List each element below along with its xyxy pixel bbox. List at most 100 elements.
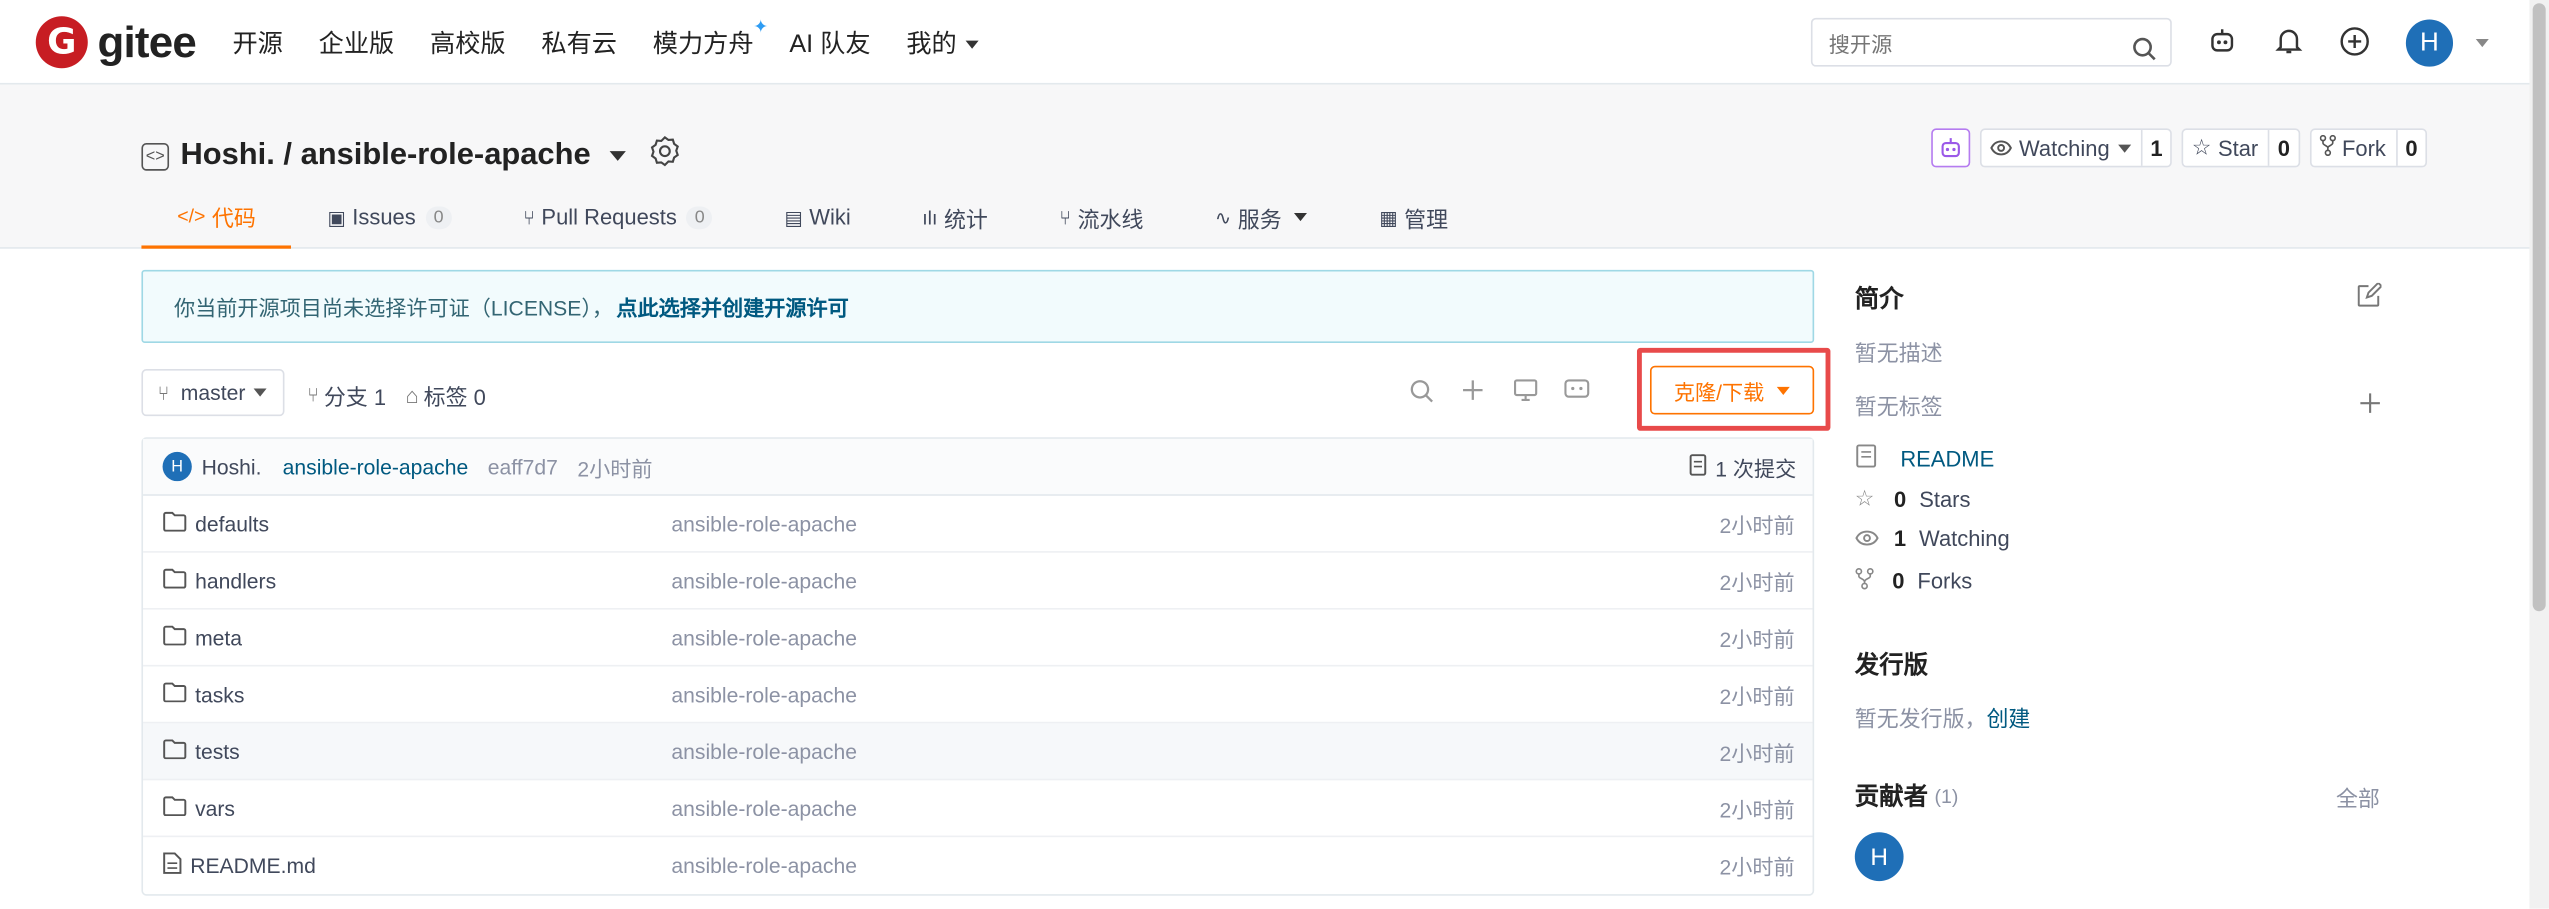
repo-name-link[interactable]: Hoshi. / ansible-role-apache	[180, 138, 590, 174]
contributor-avatar[interactable]: H	[1854, 832, 1904, 882]
commit-count-label: 1 次提交	[1715, 455, 1797, 481]
plus-icon[interactable]	[1458, 376, 1487, 405]
edit-icon[interactable]	[2357, 281, 2383, 312]
tab-code[interactable]: </> 代码	[141, 185, 292, 249]
pipeline-icon: ⑂	[1059, 205, 1072, 229]
create-release-link[interactable]: 创建	[1986, 701, 2030, 734]
watch-button[interactable]: Watching 1	[1979, 128, 2173, 168]
tab-issues[interactable]: ▣ Issues 0	[292, 185, 488, 248]
table-row[interactable]: defaults ansible-role-apache 2小时前	[143, 496, 1813, 553]
tab-pr-count: 0	[686, 205, 713, 229]
tags-link[interactable]: ⌂ 标签 0	[406, 379, 486, 412]
recommend-badge-icon[interactable]	[649, 135, 682, 177]
forks-stat[interactable]: 0 Forks	[1855, 567, 1972, 595]
file-commit-message[interactable]: ansible-role-apache	[671, 739, 857, 763]
tab-stats[interactable]: ılı 统计	[886, 185, 1023, 248]
chevron-down-icon[interactable]	[2475, 39, 2489, 48]
forks-label: Forks	[1917, 568, 1973, 594]
tab-services[interactable]: ∿ 服务	[1179, 185, 1343, 248]
web-ide-icon[interactable]	[1510, 376, 1539, 405]
ai-assistant-icon[interactable]	[2206, 24, 2239, 57]
branch-selector[interactable]: ⑂ master	[141, 369, 285, 417]
watching-stat[interactable]: 1 Watching	[1855, 527, 2010, 551]
main-nav: 开源 企业版 高校版 私有云 模力方舟 ✦ AI 队友 我的	[232, 0, 1013, 85]
release-info: 暂无发行版， 创建	[1855, 701, 2031, 734]
nav-ai-teammate[interactable]: AI 队友	[789, 24, 870, 60]
fork-icon	[1855, 567, 1875, 595]
watch-count[interactable]: 1	[2140, 130, 2171, 166]
watching-count: 1	[1893, 526, 1907, 552]
tab-pull-requests[interactable]: ⑂ Pull Requests 0	[487, 185, 748, 248]
file-name-link[interactable]: meta	[195, 625, 242, 649]
branches-link[interactable]: ⑂ 分支 1	[307, 379, 386, 412]
nav-mine-dropdown[interactable]: 我的	[906, 24, 978, 60]
page-scrollbar[interactable]	[2529, 0, 2549, 909]
fork-count[interactable]: 0	[2395, 130, 2426, 166]
file-name-link[interactable]: README.md	[190, 853, 316, 877]
file-commit-message[interactable]: ansible-role-apache	[671, 625, 857, 649]
fork-button[interactable]: Fork 0	[2309, 128, 2428, 168]
star-icon: ☆	[1854, 486, 1875, 511]
star-count[interactable]: 0	[2267, 130, 2298, 166]
bell-icon[interactable]	[2273, 24, 2306, 57]
file-commit-message[interactable]: ansible-role-apache	[671, 853, 857, 877]
ai-chat-icon[interactable]	[1562, 376, 1591, 405]
all-contributors-link[interactable]: 全部	[2336, 780, 2380, 813]
tab-wiki[interactable]: ▤ Wiki	[749, 185, 887, 248]
ai-robot-icon[interactable]	[1931, 128, 1971, 168]
file-name-link[interactable]: defaults	[195, 511, 269, 535]
file-name-link[interactable]: handlers	[195, 568, 276, 592]
tab-pipeline-label: 流水线	[1077, 207, 1144, 232]
file-name-link[interactable]: tests	[195, 739, 240, 763]
nav-open-source[interactable]: 开源	[232, 24, 282, 60]
file-commit-message[interactable]: ansible-role-apache	[671, 568, 857, 592]
scrollbar-thumb[interactable]	[2532, 3, 2546, 612]
file-commit-time: 2小时前	[1719, 855, 1795, 880]
top-navbar: G gitee 开源 企业版 高校版 私有云 模力方舟✦ AI 队友 我的 H	[0, 0, 2549, 85]
search-icon[interactable]	[2131, 29, 2157, 71]
user-avatar[interactable]: H	[2405, 19, 2454, 67]
star-label: Star	[2217, 135, 2259, 161]
table-row[interactable]: vars ansible-role-apache 2小时前	[143, 780, 1813, 838]
tab-pipeline[interactable]: ⑂ 流水线	[1024, 185, 1180, 248]
search-icon[interactable]	[1406, 376, 1435, 405]
nav-enterprise[interactable]: 企业版	[319, 24, 395, 60]
file-commit-message[interactable]: ansible-role-apache	[671, 682, 857, 706]
table-row[interactable]: README.md ansible-role-apache 2小时前	[143, 837, 1812, 894]
commit-message[interactable]: ansible-role-apache	[283, 454, 469, 478]
file-commit-message[interactable]: ansible-role-apache	[671, 796, 857, 820]
commit-author-avatar[interactable]: H	[162, 451, 192, 482]
nav-education[interactable]: 高校版	[430, 24, 506, 60]
file-name-link[interactable]: tasks	[195, 682, 244, 706]
nav-private-cloud[interactable]: 私有云	[541, 24, 617, 60]
star-button[interactable]: ☆ Star 0	[2182, 128, 2300, 168]
table-row[interactable]: tests ansible-role-apache 2小时前	[143, 723, 1813, 781]
no-release-text: 暂无发行版，	[1854, 707, 1987, 732]
table-row[interactable]: meta ansible-role-apache 2小时前	[143, 610, 1813, 667]
pulse-icon: ∿	[1214, 205, 1232, 229]
search-box[interactable]	[1810, 17, 2172, 68]
add-tag-icon[interactable]	[2359, 392, 2382, 420]
add-circle-icon[interactable]	[2338, 24, 2371, 57]
tab-manage[interactable]: ▦ 管理	[1343, 185, 1483, 248]
gitee-logo[interactable]: G gitee	[35, 16, 197, 69]
commit-author[interactable]: Hoshi.	[202, 454, 262, 478]
commit-sha[interactable]: eaff7d7	[488, 454, 558, 478]
stars-label: Stars	[1919, 486, 1971, 512]
table-row[interactable]: tasks ansible-role-apache 2小时前	[143, 666, 1813, 724]
nav-moli-fangzhou[interactable]: 模力方舟 ✦	[653, 18, 768, 60]
release-title: 发行版	[1854, 651, 1928, 680]
wiki-book-icon: ▤	[784, 205, 803, 229]
file-commit-message[interactable]: ansible-role-apache	[671, 511, 857, 535]
table-row[interactable]: handlers ansible-role-apache 2小时前	[143, 553, 1813, 610]
tag-icon: ⌂	[405, 382, 419, 408]
chevron-down-icon[interactable]	[610, 151, 627, 161]
search-input[interactable]	[1812, 21, 2106, 68]
readme-link[interactable]: README	[1855, 444, 1994, 473]
tab-stats-label: 统计	[943, 207, 988, 232]
clone-download-button[interactable]: 克隆/下载	[1649, 365, 1815, 415]
create-license-link[interactable]: 点此选择并创建开源许可	[616, 291, 848, 322]
commit-count-link[interactable]: 1 次提交	[1689, 451, 1796, 482]
file-name-link[interactable]: vars	[195, 796, 235, 820]
stars-stat[interactable]: ☆ 0 Stars	[1855, 486, 1971, 512]
